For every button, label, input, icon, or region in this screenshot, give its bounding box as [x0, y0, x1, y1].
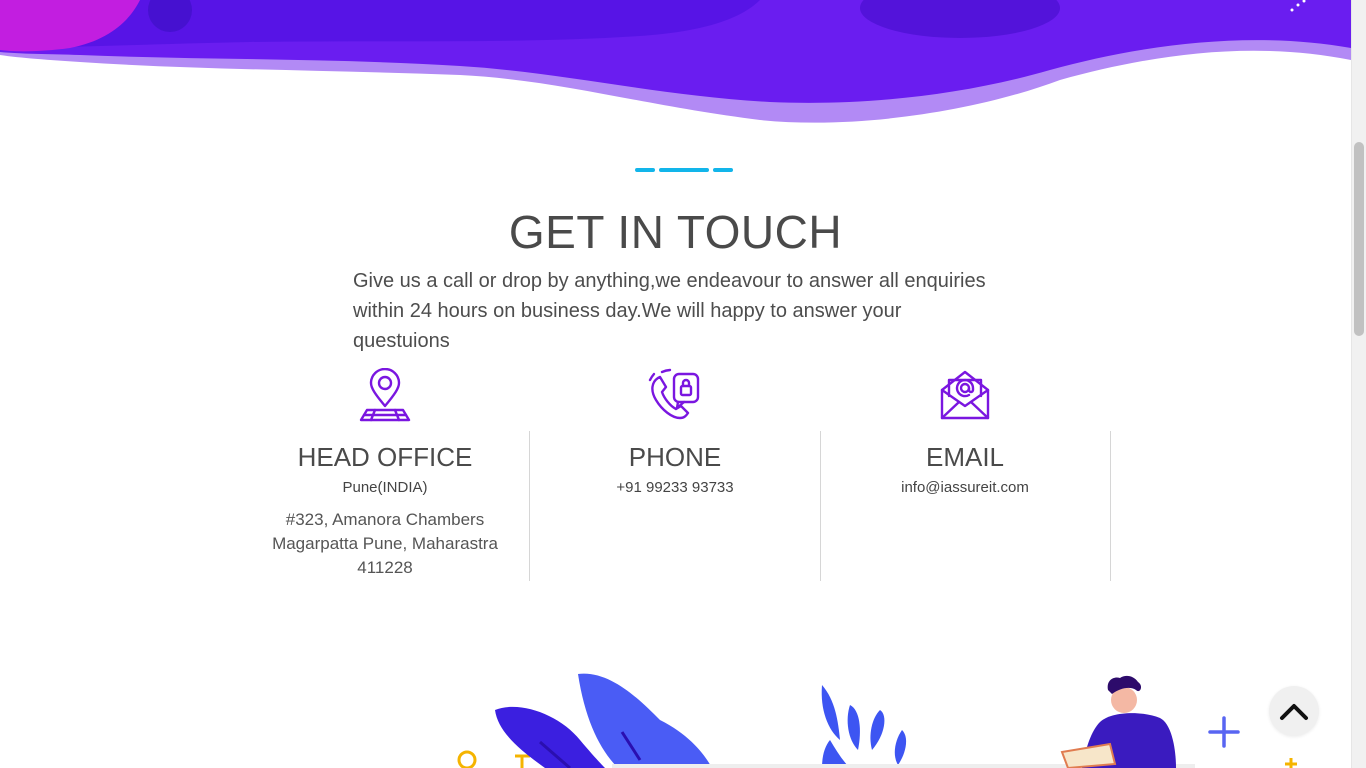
email-address[interactable]: info@iassureit.com: [820, 479, 1110, 496]
head-office-city: Pune(INDIA): [342, 479, 428, 496]
section-title: GET IN TOUCH: [508, 206, 843, 258]
back-to-top-button[interactable]: [1269, 686, 1319, 736]
section-intro-text: Give us a call or drop by anything,we en…: [353, 270, 986, 352]
scrollbar-thumb[interactable]: [1354, 142, 1364, 336]
head-office-address: #323, Amanora Chambers Magarpatta Pune, …: [240, 508, 530, 580]
chevron-up-icon: [1280, 704, 1308, 720]
phone-number[interactable]: +91 99233 93733: [530, 479, 820, 496]
column-divider: [1110, 431, 1111, 581]
section-divider: [635, 168, 735, 172]
address-line: #323, Amanora Chambers: [285, 510, 485, 529]
email-card: EMAIL info@iassureit.com: [820, 366, 1110, 496]
email-heading: EMAIL: [925, 442, 1005, 472]
location-map-icon: [240, 366, 530, 422]
email-envelope-icon: [820, 366, 1110, 422]
address-line: Magarpatta Pune, Maharastra: [272, 534, 498, 553]
header-wave-decoration: [0, 0, 1351, 123]
phone-support-icon: [530, 366, 820, 422]
head-office-heading: HEAD OFFICE: [297, 442, 473, 472]
head-office-card: HEAD OFFICE Pune(INDIA) #323, Amanora Ch…: [240, 366, 530, 580]
scrollbar[interactable]: [1351, 0, 1366, 768]
phone-card: PHONE +91 99233 93733: [530, 366, 820, 496]
phone-heading: PHONE: [628, 442, 722, 472]
address-line: 411228: [357, 558, 413, 577]
contact-illustration: [457, 673, 1297, 768]
